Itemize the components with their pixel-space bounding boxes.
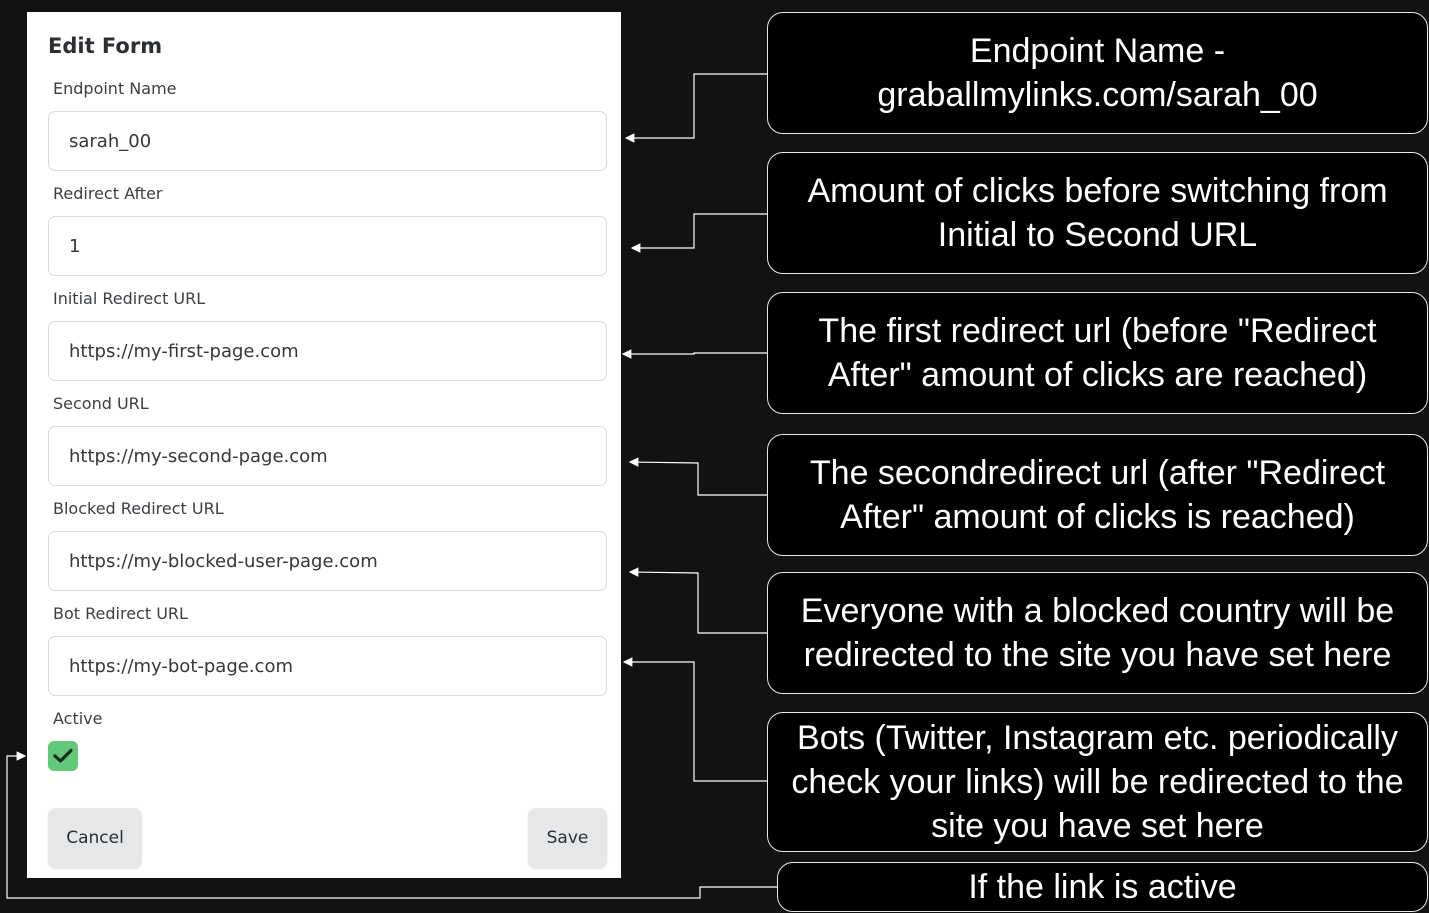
connector-line xyxy=(628,457,767,496)
annotation-second-url: The secondredirect url (after "Redirect … xyxy=(767,434,1428,556)
annotation-active: If the link is active xyxy=(777,862,1428,912)
annotation-redirect-after: Amount of clicks before switching from I… xyxy=(767,152,1428,274)
annotation-blocked-url: Everyone with a blocked country will be … xyxy=(767,572,1428,694)
connector-line xyxy=(622,657,767,782)
connector-line xyxy=(624,73,767,143)
annotation-initial-url: The first redirect url (before "Redirect… xyxy=(767,292,1428,414)
connector-line xyxy=(6,751,777,899)
connector-line xyxy=(628,567,767,634)
annotation-endpoint-name: Endpoint Name - graballmylinks.com/sarah… xyxy=(767,12,1428,134)
annotation-bot-url: Bots (Twitter, Instagram etc. periodical… xyxy=(767,712,1428,852)
connector-line xyxy=(621,349,767,359)
connector-line xyxy=(630,213,767,253)
